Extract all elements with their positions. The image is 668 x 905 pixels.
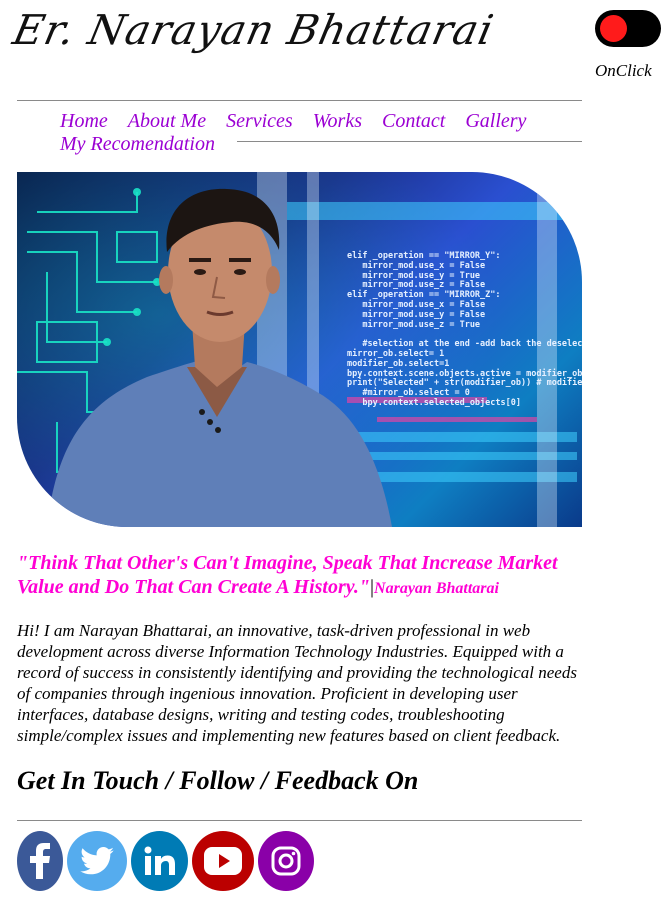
facebook-link[interactable] [17, 831, 63, 891]
youtube-link[interactable] [192, 831, 254, 891]
linkedin-icon [144, 846, 175, 875]
header-divider [17, 100, 582, 101]
twitter-icon [80, 847, 114, 875]
nav-home[interactable]: Home [60, 110, 108, 132]
about-paragraph: Hi! I am Narayan Bhattarai, an innovativ… [17, 621, 577, 745]
profile-hero-image: elif _operation == "MIRROR_Y": mirror_mo… [17, 172, 582, 527]
instagram-icon [271, 846, 301, 876]
toggle-knob [600, 15, 627, 42]
nav-services[interactable]: Services [226, 110, 293, 132]
get-in-touch-heading: Get In Touch / Follow / Feedback On [17, 766, 419, 795]
social-divider [17, 820, 582, 821]
profile-portrait [47, 188, 392, 527]
quote-author: Narayan Bhattarai [374, 579, 499, 597]
facebook-icon [30, 843, 50, 879]
youtube-icon [204, 847, 242, 875]
linkedin-link[interactable] [131, 831, 188, 891]
theme-toggle[interactable] [595, 10, 661, 47]
nav-contact[interactable]: Contact [382, 110, 445, 132]
quote-block: "Think That Other's Can't Imagine, Speak… [17, 552, 592, 600]
twitter-link[interactable] [67, 831, 127, 891]
nav-works[interactable]: Works [313, 110, 362, 132]
nav-gallery[interactable]: Gallery [465, 110, 526, 132]
nav-divider [237, 141, 582, 142]
instagram-link[interactable] [258, 831, 314, 891]
toggle-label: OnClick [595, 61, 652, 80]
nav-about-me[interactable]: About Me [128, 110, 206, 132]
site-title: Er. Narayan Bhattarai [8, 6, 499, 54]
nav-my-recomendation[interactable]: My Recomendation [60, 133, 215, 155]
main-nav: Home About Me Services Works Contact Gallery M… [60, 110, 580, 156]
